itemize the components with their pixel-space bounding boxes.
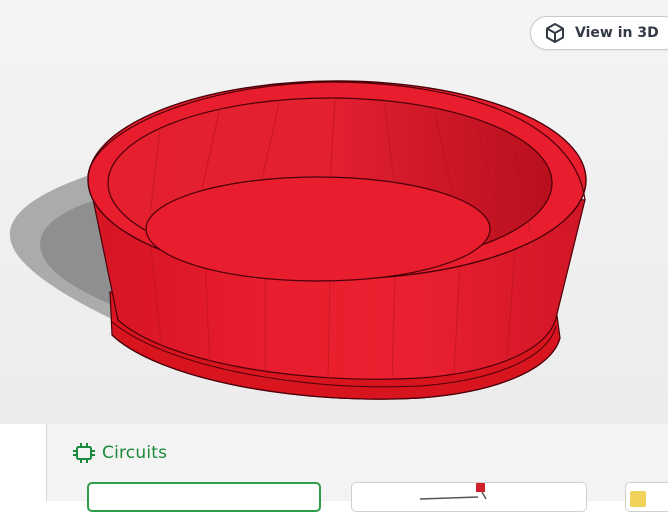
circuit-card[interactable]	[351, 482, 587, 512]
circuit-card[interactable]	[87, 482, 321, 512]
view-in-3d-button[interactable]: View in 3D	[530, 16, 668, 50]
circuit-card[interactable]	[625, 482, 668, 512]
cube-icon	[546, 23, 564, 43]
section-title: Circuits	[102, 443, 168, 463]
chip-icon	[73, 443, 95, 463]
model-floor	[145, 176, 491, 282]
circuit-thumbnail	[630, 491, 646, 507]
bottom-panel: Circuits	[0, 424, 668, 512]
circuit-thumbnail	[419, 483, 487, 500]
view-in-3d-label: View in 3D	[575, 25, 659, 41]
3d-model[interactable]	[0, 0, 668, 424]
3d-viewport[interactable]: View in 3D	[0, 0, 668, 424]
section-header: Circuits	[73, 442, 167, 464]
circuits-section: Circuits	[46, 424, 668, 512]
